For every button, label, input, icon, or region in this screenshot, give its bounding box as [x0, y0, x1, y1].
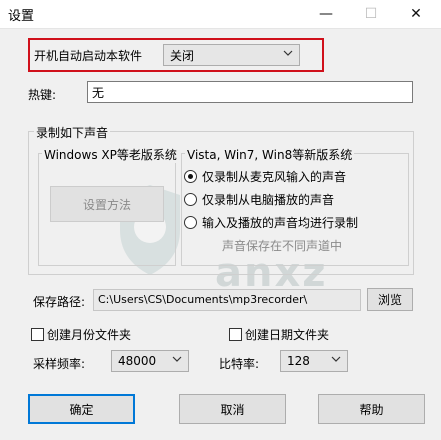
save-path-label: 保存路径: — [33, 295, 86, 309]
maximize-icon: ☐ — [364, 6, 378, 22]
browse-button[interactable]: 浏览 — [367, 288, 413, 311]
radio-mic-only-label: 仅录制从麦克风输入的声音 — [202, 170, 347, 184]
help-button[interactable]: 帮助 — [318, 394, 425, 424]
window-title: 设置 — [8, 9, 35, 24]
minimize-button[interactable]: — — [304, 0, 348, 28]
radio-both-label: 输入及播放的声音均进行录制 — [202, 216, 359, 230]
save-path-input[interactable]: C:\Users\CS\Documents\mp3recorder\ — [93, 289, 361, 311]
monthly-folder-checkbox[interactable]: 创建月份文件夹 — [31, 326, 131, 343]
title-bar: 设置 — ☐ ✕ — [0, 0, 441, 28]
bitrate-select[interactable]: 128 — [280, 350, 348, 372]
checkbox-box[interactable] — [229, 328, 242, 341]
daily-folder-label: 创建日期文件夹 — [245, 328, 330, 342]
radio-both[interactable]: 输入及播放的声音均进行录制 — [184, 214, 358, 231]
xp-group-title: Windows XP等老版系统 — [42, 146, 179, 163]
daily-folder-checkbox[interactable]: 创建日期文件夹 — [229, 326, 329, 343]
bitrate-value: 128 — [287, 354, 310, 368]
radio-mic-only[interactable]: 仅录制从麦克风输入的声音 — [184, 168, 346, 185]
radio-playback-only-label: 仅录制从电脑播放的声音 — [202, 193, 335, 207]
close-icon: ✕ — [410, 6, 422, 22]
autostart-select-value: 关闭 — [170, 48, 195, 63]
setup-method-button[interactable]: 设置方法 — [50, 186, 164, 222]
hotkey-label: 热键: — [28, 88, 57, 102]
radio-button[interactable] — [184, 216, 197, 229]
sample-rate-label: 采样频率: — [33, 357, 86, 371]
radio-playback-only[interactable]: 仅录制从电脑播放的声音 — [184, 191, 334, 208]
recording-group-title: 录制如下声音 — [34, 124, 111, 141]
cancel-button[interactable]: 取消 — [179, 394, 286, 424]
channel-note: 声音保存在不同声道中 — [222, 239, 343, 253]
minimize-icon: — — [319, 6, 333, 22]
close-button[interactable]: ✕ — [394, 0, 438, 28]
hotkey-input[interactable]: 无 — [87, 81, 413, 103]
vista-group-title: Vista, Win7, Win8等新版系统 — [185, 146, 355, 163]
bitrate-label: 比特率: — [219, 357, 260, 371]
sample-rate-select[interactable]: 48000 — [111, 350, 189, 372]
checkbox-box[interactable] — [31, 328, 44, 341]
autostart-select[interactable]: 关闭 — [163, 44, 300, 66]
maximize-button[interactable]: ☐ — [349, 0, 393, 28]
monthly-folder-label: 创建月份文件夹 — [47, 328, 132, 342]
sample-rate-value: 48000 — [118, 354, 157, 368]
chevron-down-icon — [283, 48, 293, 61]
chevron-down-icon — [331, 354, 341, 367]
autostart-label: 开机自动启动本软件 — [34, 49, 143, 63]
radio-button-checked[interactable] — [184, 170, 197, 183]
radio-button[interactable] — [184, 193, 197, 206]
ok-button[interactable]: 确定 — [28, 394, 135, 424]
chevron-down-icon — [172, 354, 182, 367]
